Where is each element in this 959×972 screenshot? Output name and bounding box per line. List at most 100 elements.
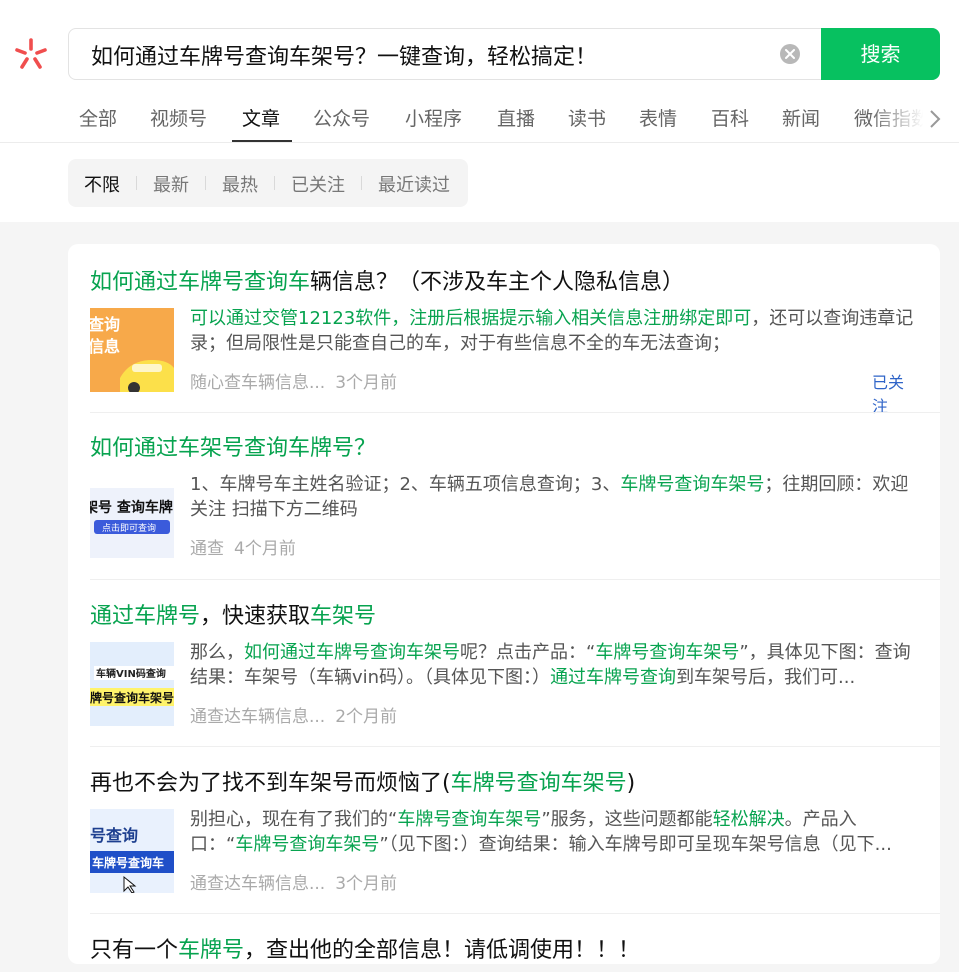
search-input[interactable]: [89, 29, 773, 81]
tab-live[interactable]: 直播: [497, 104, 535, 131]
snippet-highlight: 车牌号查询车架号: [235, 834, 380, 855]
tab-news[interactable]: 新闻: [782, 104, 820, 131]
filter-separator: [205, 176, 206, 190]
title-text: ，快速获取: [200, 604, 311, 629]
result-meta: 通查达车辆信息... 3个月前: [190, 869, 397, 894]
result-source[interactable]: 通查达车辆信息...: [190, 707, 325, 727]
title-highlight: 车牌号查询车架号: [450, 771, 627, 796]
tab-official-accounts[interactable]: 公众号: [313, 104, 370, 131]
snippet-text: 别担心，现在有了我们的“: [190, 809, 398, 830]
result-thumbnail: 查询 信息: [90, 308, 174, 392]
result-source[interactable]: 通查: [190, 539, 224, 559]
search-button[interactable]: 搜索: [821, 28, 940, 80]
tab-stickers[interactable]: 表情: [639, 104, 677, 131]
result-title[interactable]: 通过车牌号，快速获取车架号: [90, 598, 376, 630]
filter-bar: 不限 最新 最热 已关注 最近读过: [68, 159, 468, 207]
snippet-text: 呢？点击产品：“: [460, 642, 596, 663]
title-text: 辆信息？（不涉及车主个人隐私信息）: [310, 270, 685, 295]
thumb-text: 架号 查询车牌: [90, 499, 173, 516]
result-title[interactable]: 如何通过车架号查询车牌号？: [90, 430, 376, 462]
snippet-text: 1、车牌号车主姓名验证；2、车辆五项信息查询；3、: [190, 474, 621, 495]
search-header: 搜索 全部 视频号 文章 公众号 小程序 直播 读书 表情 百科 新闻 微信指数…: [0, 0, 959, 222]
result-item[interactable]: 如何通过车牌号查询车辆信息？（不涉及车主个人隐私信息） 查询 信息 可以通过交管…: [90, 264, 918, 416]
result-snippet: 别担心，现在有了我们的“车牌号查询车架号”服务，这些问题都能轻松解决。产品入口：…: [190, 807, 914, 857]
thumb-text: 牌号查询车架号: [90, 690, 174, 705]
result-divider: [90, 746, 940, 747]
snippet-highlight: 车牌号查询车架号: [595, 642, 740, 663]
result-thumbnail: 号查询 车牌号查询车: [90, 809, 174, 893]
thumb-text: 信息: [90, 337, 120, 356]
result-time: 3个月前: [335, 373, 398, 393]
snippet-text: 那么，: [190, 642, 244, 663]
tab-articles[interactable]: 文章: [242, 104, 280, 131]
title-highlight: 如何通过车架号查询车牌号？: [90, 436, 377, 461]
tab-all[interactable]: 全部: [79, 104, 117, 131]
thumb-text: 车辆VIN码查询: [96, 667, 166, 680]
snippet-highlight: 车牌号查询车架号: [620, 474, 765, 495]
title-highlight: 车架号: [310, 604, 377, 629]
filter-separator: [361, 176, 362, 190]
header-divider: [0, 142, 959, 143]
result-snippet: 可以通过交管12123软件，注册后根据提示输入相关信息注册绑定即可，还可以查询违…: [190, 306, 914, 356]
result-item[interactable]: 只有一个车牌号，查出他的全部信息！请低调使用！！！: [90, 932, 918, 972]
result-meta: 通查 4个月前: [190, 534, 296, 559]
tab-encyclopedia[interactable]: 百科: [711, 104, 749, 131]
tabs-fade: [870, 96, 959, 142]
thumb-text: 号查询: [90, 826, 138, 845]
title-text: 再也不会为了找不到车架号而烦恼了(: [90, 771, 451, 796]
results-list: 如何通过车牌号查询车辆信息？（不涉及车主个人隐私信息） 查询 信息 可以通过交管…: [68, 244, 940, 964]
sogou-logo-icon[interactable]: [13, 36, 49, 72]
result-item[interactable]: 再也不会为了找不到车架号而烦恼了(车牌号查询车架号) 号查询 车牌号查询车 别担…: [90, 765, 918, 915]
filter-separator: [274, 176, 275, 190]
result-thumbnail: 架号 查询车牌 点击即可查询: [90, 474, 174, 558]
snippet-text: ”（见下图：）查询结果：输入车牌号即可呈现车架号信息（见下...: [379, 834, 892, 855]
filter-all[interactable]: 不限: [84, 171, 120, 197]
title-highlight: 通过车牌号: [90, 604, 201, 629]
category-tabs: 全部 视频号 文章 公众号 小程序 直播 读书 表情 百科 新闻 微信指数: [0, 96, 959, 142]
title-highlight: 如何通过车牌号查询车: [90, 270, 311, 295]
thumb-text: 查询: [90, 315, 120, 334]
result-divider: [90, 412, 940, 413]
snippet-highlight: 轻松解决: [712, 809, 785, 830]
result-snippet: 1、车牌号车主姓名验证；2、车辆五项信息查询；3、车牌号查询车架号；往期回顾：欢…: [190, 472, 914, 522]
filter-followed[interactable]: 已关注: [291, 171, 345, 197]
snippet-text: 到车架号后，我们可...: [676, 667, 856, 688]
tab-channels[interactable]: 视频号: [150, 104, 207, 131]
snippet-highlight: 通过车牌号查询: [550, 667, 677, 688]
title-text: ): [626, 771, 636, 796]
title-text: 只有一个: [90, 938, 179, 963]
title-text: ，查出他的全部信息！请低调使用！！！: [244, 938, 641, 963]
snippet-highlight: 如何通过车牌号查询车架号: [244, 642, 460, 663]
filter-hottest[interactable]: 最热: [222, 171, 258, 197]
result-divider: [90, 579, 940, 580]
result-time: 4个月前: [234, 539, 296, 559]
result-item[interactable]: 如何通过车架号查询车牌号？ 架号 查询车牌 点击即可查询 1、车牌号车主姓名验证…: [90, 430, 918, 580]
result-title[interactable]: 再也不会为了找不到车架号而烦恼了(车牌号查询车架号): [90, 765, 635, 797]
thumb-text: 车牌号查询车: [92, 855, 164, 870]
tab-books[interactable]: 读书: [568, 104, 606, 131]
title-highlight: 车牌号: [178, 938, 245, 963]
filter-recently-read[interactable]: 最近读过: [378, 171, 450, 197]
result-title[interactable]: 如何通过车牌号查询车辆信息？（不涉及车主个人隐私信息）: [90, 264, 684, 296]
snippet-highlight: 可以通过交管12123软件，注册后根据提示输入相关信息注册绑定即可: [190, 308, 752, 329]
search-box: [68, 28, 940, 81]
result-item[interactable]: 通过车牌号，快速获取车架号 车辆VIN码查询 牌号查询车架号 那么，如何通过车牌…: [90, 598, 918, 748]
result-time: 3个月前: [335, 874, 398, 894]
result-snippet: 那么，如何通过车牌号查询车架号呢？点击产品：“车牌号查询车架号”，具体见下图：查…: [190, 640, 914, 690]
result-divider: [90, 913, 940, 914]
followed-badge: 已关注: [872, 373, 905, 416]
tab-mini-programs[interactable]: 小程序: [405, 104, 462, 131]
result-time: 2个月前: [335, 707, 398, 727]
result-meta: 通查达车辆信息... 2个月前: [190, 702, 397, 727]
thumb-text: 点击即可查询: [102, 522, 156, 534]
result-title[interactable]: 只有一个车牌号，查出他的全部信息！请低调使用！！！: [90, 932, 640, 964]
clear-icon[interactable]: [780, 44, 800, 64]
result-source[interactable]: 随心查车辆信息...: [190, 373, 325, 393]
snippet-text: ”服务，这些问题都能: [541, 809, 713, 830]
result-source[interactable]: 通查达车辆信息...: [190, 874, 325, 894]
result-meta: 随心查车辆信息... 3个月前: [190, 368, 397, 393]
filter-latest[interactable]: 最新: [153, 171, 189, 197]
chevron-right-icon[interactable]: [928, 108, 942, 134]
snippet-highlight: 车牌号查询车架号: [397, 809, 542, 830]
filter-separator: [136, 176, 137, 190]
